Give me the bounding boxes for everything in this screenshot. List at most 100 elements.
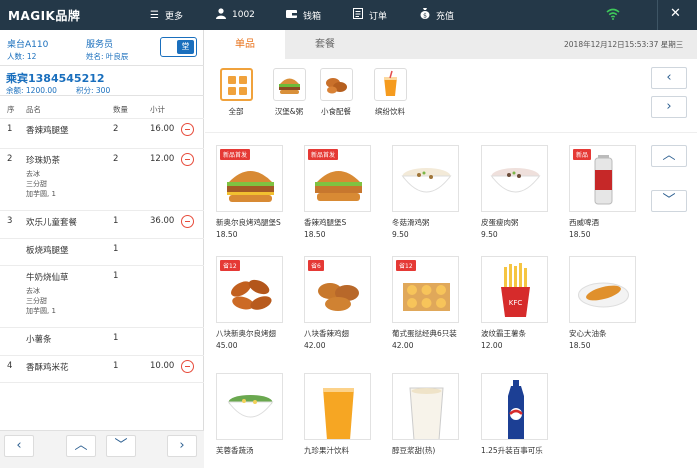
french-fries-icon: KFC	[501, 263, 530, 317]
chevron-up-icon: ︿	[662, 148, 676, 163]
product-name: 香辣鸡腿堡S	[304, 218, 347, 227]
member-name: 乘宾1384545212	[6, 72, 105, 85]
product-card[interactable]: 芙蓉香蔬汤	[216, 373, 286, 456]
order-nav-bar: ‹ ︿ ﹀ ›	[0, 430, 204, 468]
product-badge: 省12	[396, 260, 416, 271]
order-row[interactable]: 4 香酥鸡米花 1 10.00	[0, 355, 204, 383]
order-row[interactable]: 3 欢乐儿童套餐 1 36.00	[0, 210, 204, 238]
row-name: 板烧鸡腿堡	[26, 246, 69, 256]
row-name: 香酥鸡米花	[26, 363, 69, 373]
product-price: 42.00	[304, 341, 326, 350]
product-name: 八块香辣鸡翅	[304, 329, 349, 338]
category-next-button[interactable]: ›	[651, 96, 687, 118]
soup-bowl-icon	[227, 395, 274, 418]
category-drinks[interactable]: 缤纷饮料	[370, 68, 410, 117]
product-image: 新品首发	[304, 145, 371, 212]
row-subtotal: 16.00	[150, 124, 175, 134]
product-card[interactable]: 九珍果汁饮料	[304, 373, 374, 456]
row-name: 香辣鸡腿堡	[26, 126, 69, 136]
row-name: 珍珠奶茶	[26, 156, 61, 166]
category-prev-button[interactable]: ‹	[651, 67, 687, 89]
next-page-button[interactable]: ›	[167, 435, 197, 457]
svg-text:$: $	[423, 12, 427, 19]
header-name: 品名	[26, 105, 41, 114]
prev-page-button[interactable]: ‹	[4, 435, 34, 457]
product-card[interactable]: 新品首发 香辣鸡腿堡S 18.50	[304, 145, 374, 239]
drink-icon	[383, 70, 397, 96]
category-label: 汉堡&粥	[274, 107, 304, 116]
product-card[interactable]: 新品 西威啤酒 18.50	[569, 145, 639, 239]
order-row[interactable]: 板烧鸡腿堡 1	[0, 238, 204, 265]
wallet-button[interactable]: 钱箱	[286, 8, 321, 22]
row-qty: 1	[113, 361, 119, 371]
member-points: 积分: 300	[76, 86, 111, 95]
option-text: 去冰	[26, 170, 40, 178]
scroll-up-button[interactable]: ︿	[66, 435, 96, 457]
remove-item-icon[interactable]	[181, 153, 194, 166]
soy-milk-cup-icon	[409, 387, 444, 439]
member-info[interactable]: 乘宾1384545212 余额: 1200.00 积分: 300	[0, 66, 204, 96]
category-burger[interactable]: 汉堡&粥	[269, 68, 309, 117]
remove-item-icon[interactable]	[181, 123, 194, 136]
product-card[interactable]: 省12 八块新奥尔良烤翅 45.00	[216, 256, 286, 350]
orders-button[interactable]: 订单	[353, 8, 387, 22]
recharge-button[interactable]: $ 充值	[420, 8, 454, 22]
recharge-label: 充值	[436, 11, 455, 22]
chevron-up-icon: ︿	[74, 438, 88, 453]
order-row[interactable]: 1 香辣鸡腿堡 2 16.00	[0, 118, 204, 148]
user-id: 1002	[232, 10, 255, 20]
row-qty: 2	[113, 124, 119, 134]
user-button[interactable]: 1002	[216, 8, 255, 22]
dine-in-toggle[interactable]: 堂	[160, 37, 197, 57]
product-card[interactable]: 新品首发 新奥尔良烤鸡腿堡S 18.50	[216, 145, 286, 239]
tab-combo[interactable]: 套餐	[285, 30, 365, 59]
cola-bottle-icon	[508, 380, 524, 439]
scroll-down-button[interactable]: ﹀	[106, 435, 136, 457]
wallet-icon	[286, 9, 297, 22]
product-name: 冬菇滑鸡粥	[392, 218, 430, 227]
table-info: 桌台A110 人数: 12 服务员 姓名: 叶良辰 堂	[0, 30, 204, 66]
fried-dough-icon	[578, 282, 629, 308]
row-seq: 2	[7, 154, 13, 164]
product-card[interactable]: 省12 葡式蛋挞经典6只装 42.00	[392, 256, 462, 350]
product-scroll-down-button[interactable]: ﹀	[651, 190, 687, 212]
product-scroll-up-button[interactable]: ︿	[651, 145, 687, 167]
order-row[interactable]: 牛奶烧仙草 1 去冰 三分甜 加芋圆, 1	[0, 265, 204, 327]
waiter-label: 服务员	[86, 40, 114, 50]
table-number: 桌台A110	[7, 40, 49, 50]
more-menu-button[interactable]: ☰ 更多	[150, 8, 183, 22]
row-qty: 2	[113, 154, 119, 164]
product-card[interactable]: 皮蛋瘦肉粥 9.50	[481, 145, 551, 239]
product-name: 芙蓉香蔬汤	[216, 446, 254, 455]
order-row[interactable]: 小薯条 1	[0, 327, 204, 355]
chevron-down-icon: ﹀	[114, 438, 128, 453]
product-price: 9.50	[481, 230, 498, 239]
product-card[interactable]: 冬菇滑鸡粥 9.50	[392, 145, 462, 239]
product-image: 省12	[392, 256, 459, 323]
tab-single[interactable]: 单品	[205, 30, 285, 59]
porridge-bowl-icon	[490, 168, 541, 193]
product-card[interactable]: 省6 八块香辣鸡翅 42.00	[304, 256, 374, 350]
chevron-left-icon: ‹	[666, 70, 672, 85]
row-subtotal: 36.00	[150, 216, 175, 226]
order-row[interactable]: 2 珍珠奶茶 2 12.00 去冰 三分甜 加芋圆, 1	[0, 148, 204, 210]
product-card[interactable]: KFC 波纹霸王薯条 12.00	[481, 256, 551, 350]
menu-tab-bar: 单品 套餐 2018年12月12日15:53:37 星期三	[205, 30, 697, 59]
member-balance: 余额: 1200.00	[6, 86, 57, 95]
remove-item-icon[interactable]	[181, 360, 194, 373]
category-snacks[interactable]: 小食配餐	[316, 68, 356, 117]
remove-item-icon[interactable]	[181, 215, 194, 228]
product-badge: 省12	[220, 260, 240, 271]
product-card[interactable]: 醇豆浆甜(热)	[392, 373, 462, 456]
product-card[interactable]: 1.25升装百事可乐	[481, 373, 551, 456]
product-badge: 省6	[308, 260, 324, 271]
top-bar: MAGIK品牌 ☰ 更多 1002 钱箱 订单 $ 充值 ✕	[0, 0, 697, 30]
category-all[interactable]: 全部	[216, 68, 256, 117]
product-name: 1.25升装百事可乐	[481, 446, 543, 455]
product-name: 葡式蛋挞经典6只装	[392, 329, 457, 338]
product-name: 安心大油条	[569, 329, 607, 338]
grid-icon	[227, 76, 247, 95]
close-icon[interactable]: ✕	[670, 6, 681, 21]
row-qty: 1	[113, 333, 119, 343]
product-card[interactable]: 安心大油条 18.50	[569, 256, 639, 350]
